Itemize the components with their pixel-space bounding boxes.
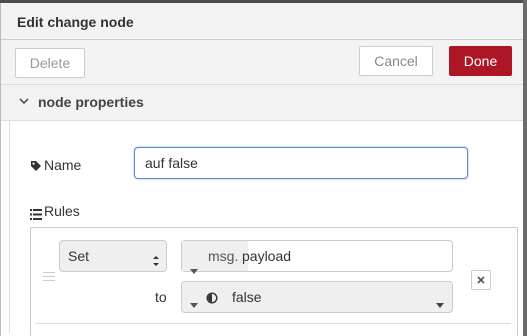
to-label: to — [155, 289, 167, 305]
drag-handle-icon[interactable] — [43, 272, 55, 282]
tray-header: Edit change node — [1, 3, 523, 40]
chevron-down-icon — [19, 95, 29, 109]
close-icon — [477, 273, 485, 287]
delete-button[interactable]: Delete — [15, 48, 85, 78]
caret-down-icon — [436, 295, 444, 311]
boolean-toggle-icon — [206, 291, 218, 307]
tray-title: Edit change node — [17, 14, 134, 30]
name-label: Name — [44, 157, 82, 173]
rule-action-value: Set — [68, 248, 90, 264]
section-header-node-properties[interactable]: node properties — [1, 85, 523, 121]
node-properties-panel: Name auf false Rules Set msg. payload to… — [9, 121, 523, 336]
rule-row: Set msg. payload to false — [35, 228, 511, 324]
rules-label: Rules — [44, 203, 80, 219]
caret-down-icon — [190, 295, 198, 311]
select-arrows-icon — [152, 248, 160, 266]
rule-action-select[interactable]: Set — [59, 240, 167, 272]
rules-list: Set msg. payload to false — [30, 227, 518, 336]
window-edge — [523, 0, 527, 336]
property-type-label: msg. — [208, 248, 239, 264]
remove-rule-button[interactable] — [471, 270, 491, 290]
tray-toolbar: Delete Cancel Done — [1, 40, 523, 85]
edit-tray: Edit change node Delete Cancel Done node… — [0, 3, 523, 336]
name-input[interactable]: auf false — [134, 147, 468, 179]
rule-value-input[interactable]: false — [181, 281, 453, 313]
rule-property-input[interactable]: msg. payload — [181, 240, 453, 274]
cancel-button[interactable]: Cancel — [359, 46, 433, 76]
property-type-selector[interactable]: msg. — [182, 241, 248, 274]
section-label: node properties — [38, 94, 144, 110]
property-value: payload — [242, 248, 292, 264]
rule-value: false — [232, 289, 262, 305]
tag-icon — [30, 159, 42, 175]
caret-down-icon — [190, 254, 198, 284]
list-icon — [30, 207, 42, 223]
done-button[interactable]: Done — [449, 46, 512, 76]
